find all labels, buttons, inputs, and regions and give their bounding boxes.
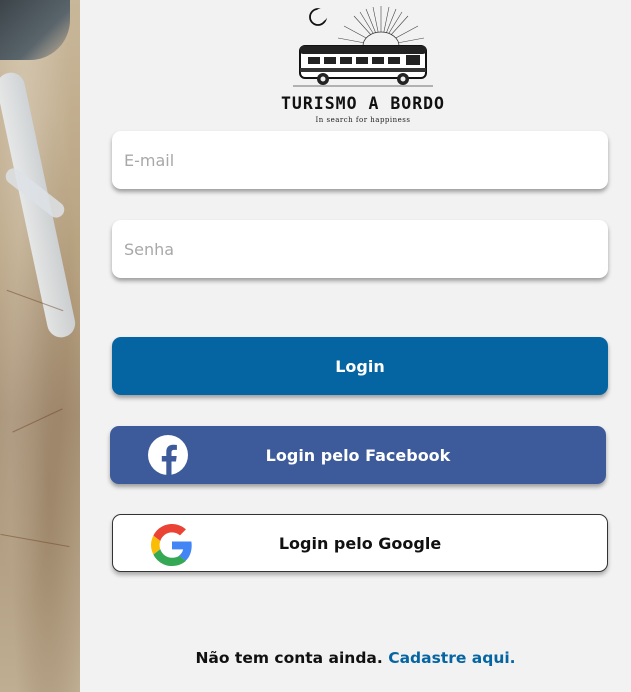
facebook-icon xyxy=(148,435,188,475)
brand-tagline: In search for happiness xyxy=(315,116,411,124)
email-field[interactable] xyxy=(112,131,608,189)
google-button-label: Login pelo Google xyxy=(278,533,442,553)
login-button[interactable]: Login xyxy=(112,337,608,395)
google-login-button[interactable]: Login pelo Google xyxy=(112,514,608,572)
facebook-login-button[interactable]: Login pelo Facebook xyxy=(110,426,606,484)
signup-text: Não tem conta ainda. xyxy=(195,649,383,667)
signup-prompt: Não tem conta ainda. Cadastre aqui. xyxy=(80,649,631,667)
facebook-button-label: Login pelo Facebook xyxy=(265,445,451,465)
bus-logo-icon xyxy=(293,6,433,87)
suitcase-corner xyxy=(0,0,70,60)
google-icon xyxy=(151,524,192,566)
map-line xyxy=(12,408,63,433)
email-input[interactable] xyxy=(112,131,608,189)
password-input[interactable] xyxy=(112,220,608,278)
brand-logo: TURISMO A BORDO In search for happiness xyxy=(278,4,448,126)
password-field[interactable] xyxy=(112,220,608,278)
login-panel: TURISMO A BORDO In search for happiness … xyxy=(80,0,631,692)
map-line xyxy=(0,533,70,548)
login-button-label: Login xyxy=(335,356,385,376)
signup-link[interactable]: Cadastre aqui. xyxy=(388,649,515,667)
background-map-image xyxy=(0,0,80,692)
brand-title: TURISMO A BORDO xyxy=(280,94,445,113)
